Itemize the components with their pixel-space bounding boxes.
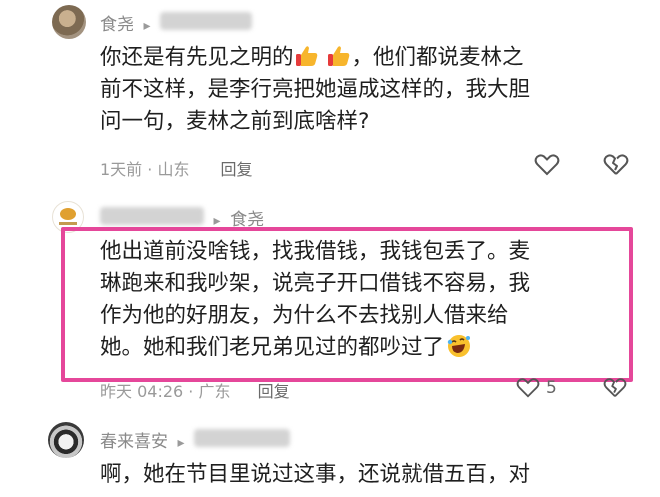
comment1-header: 食尧 ▸ bbox=[100, 10, 253, 35]
comment2-text-line3: 作为他的好朋友，为什么不去找别人借来给 bbox=[100, 303, 509, 328]
heart-outline-icon[interactable] bbox=[516, 377, 540, 399]
comment2-text-line1: 他出道前没啥钱，找我借钱，我钱包丢了。麦 bbox=[100, 239, 531, 264]
comment1-text-line1-after: ，他们都说麦林之 bbox=[351, 45, 524, 70]
reply-arrow-icon: ▸ bbox=[139, 18, 156, 34]
blurred-username bbox=[194, 429, 291, 447]
comment1-time-location: 1天前 · 山东 bbox=[100, 160, 190, 179]
comment2-text-line4: 她。她和我们老兄弟见过的都吵过了 bbox=[100, 335, 445, 360]
heart-outline-icon[interactable] bbox=[534, 153, 560, 177]
blurred-username bbox=[160, 12, 253, 30]
comment2-reply-button[interactable]: 回复 bbox=[258, 382, 290, 401]
reply-arrow-icon: ▸ bbox=[173, 435, 190, 451]
comment3-username[interactable]: 春来喜安 bbox=[100, 432, 168, 452]
blurred-username bbox=[100, 207, 204, 225]
comment2-text-line2: 琳跑来和我吵架，说亮子开口借钱不容易，我 bbox=[100, 271, 531, 296]
laughing-emoji bbox=[447, 335, 471, 357]
comment1-text-line2: 前不这样，是李行亮把她逼成这样的，我大胆 bbox=[100, 77, 531, 102]
comment2-like-count: 5 bbox=[546, 378, 557, 398]
thumbs-up-emoji bbox=[327, 46, 349, 66]
comment1-text-line3: 问一句，麦林之前到底啥样? bbox=[100, 109, 370, 134]
comment1-username[interactable]: 食尧 bbox=[100, 15, 134, 35]
comment3-header: 春来喜安 ▸ bbox=[100, 427, 291, 452]
comment1-text-line1: 你还是有先见之明的 bbox=[100, 45, 294, 70]
comment2-time-location: 昨天 04:26 · 广东 bbox=[100, 382, 231, 401]
comment1-reply-button[interactable]: 回复 bbox=[221, 160, 253, 179]
comment1-meta: 1天前 · 山东 回复 bbox=[100, 156, 253, 180]
comment3-text[interactable]: 啊，她在节目里说过这事，还说就借五百，对 bbox=[100, 459, 640, 491]
broken-heart-icon[interactable] bbox=[603, 377, 627, 399]
comment3-text-line1: 啊，她在节目里说过这事，还说就借五百，对 bbox=[100, 462, 531, 487]
avatar-comment1[interactable] bbox=[52, 5, 86, 39]
broken-heart-icon[interactable] bbox=[603, 153, 629, 177]
thumbs-up-emoji bbox=[295, 46, 317, 66]
comment2-text[interactable]: 他出道前没啥钱，找我借钱，我钱包丢了。麦 琳跑来和我吵架，说亮子开口借钱不容易，… bbox=[100, 236, 620, 364]
avatar-comment3[interactable] bbox=[48, 422, 84, 458]
comment1-text[interactable]: 你还是有先见之明的 ，他们都说麦林之 前不这样，是李行亮把她逼成这样的，我大胆 问… bbox=[100, 42, 640, 138]
comment2-meta: 昨天 04:26 · 广东 回复 bbox=[100, 378, 290, 402]
